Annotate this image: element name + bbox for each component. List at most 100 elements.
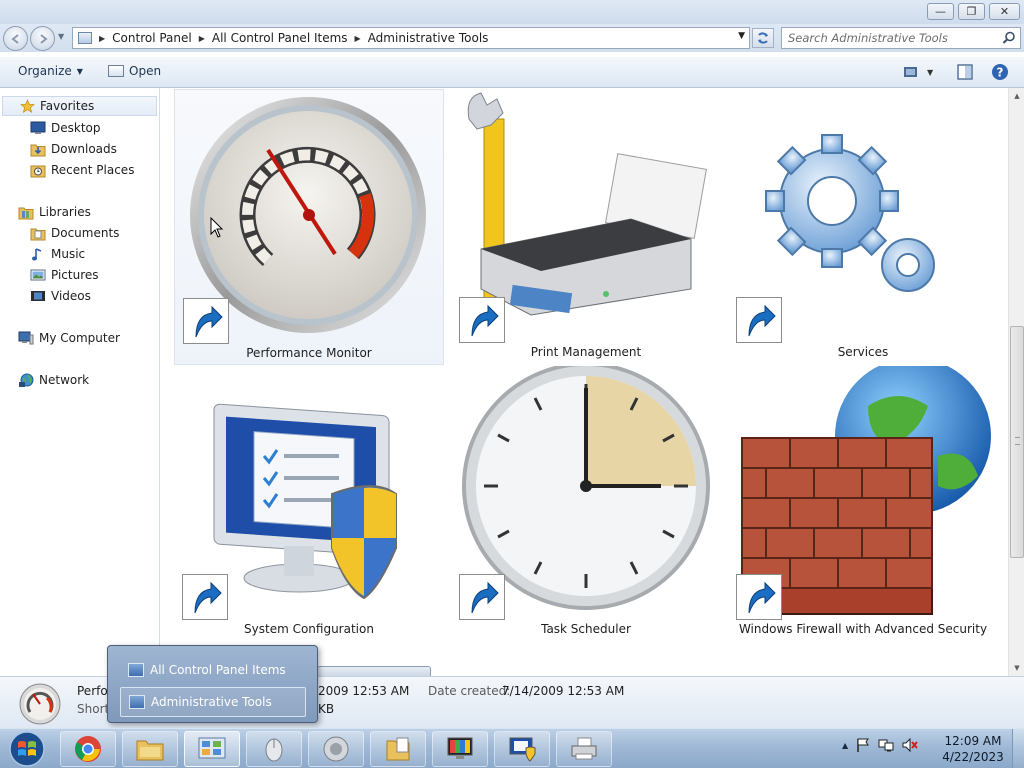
command-bar: Organize ▼ Open ▼ ? [0, 57, 1024, 88]
item-system-configuration[interactable]: System Configuration [174, 366, 444, 642]
star-icon [19, 98, 35, 114]
menu-item-all-control-panel-items[interactable]: All Control Panel Items [120, 655, 306, 685]
taskbar-documents[interactable] [370, 731, 426, 767]
sidebar-item-music[interactable]: Music [30, 244, 85, 264]
svg-text:?: ? [997, 66, 1004, 80]
item-windows-firewall[interactable]: Windows Firewall with Advanced Security [728, 366, 998, 642]
mouse-cursor-icon [210, 217, 224, 238]
sidebar-item-libraries[interactable]: Libraries [18, 202, 91, 222]
scrollbar-thumb[interactable] [1010, 326, 1024, 558]
action-center-flag-icon[interactable] [855, 737, 871, 753]
show-hidden-icons-icon[interactable]: ▲ [842, 741, 848, 750]
scrollbar-grip [1015, 437, 1020, 445]
item-label: Windows Firewall with Advanced Security [738, 622, 988, 636]
breadcrumb-separator-icon[interactable]: ▶ [355, 34, 361, 43]
taskbar-mouse-settings[interactable] [246, 731, 302, 767]
breadcrumb-separator-icon[interactable]: ▶ [199, 34, 205, 43]
organize-button[interactable]: Organize ▼ [18, 64, 83, 78]
shortcut-arrow-icon [459, 297, 505, 343]
search-icon[interactable] [1002, 31, 1016, 45]
search-box[interactable] [781, 27, 1021, 49]
shortcut-arrow-icon [183, 298, 229, 344]
item-print-management[interactable]: Print Management [451, 89, 721, 365]
menu-item-administrative-tools[interactable]: Administrative Tools [120, 687, 306, 717]
volume-muted-icon[interactable] [901, 737, 919, 753]
show-desktop-button[interactable] [1012, 729, 1024, 768]
scroll-down-arrow-icon[interactable]: ▼ [1009, 660, 1024, 676]
help-icon[interactable]: ? [991, 63, 1009, 81]
shortcut-arrow-icon [736, 574, 782, 620]
taskbar-thumbnail-preview [317, 666, 431, 676]
clock-date: 4/22/2023 [942, 750, 1004, 764]
taskbar-chrome[interactable] [60, 731, 116, 767]
breadcrumb-control-panel[interactable]: Control Panel [112, 31, 192, 45]
detail-file-name: Perfo [77, 684, 108, 698]
display-icon [447, 737, 473, 759]
scroll-up-arrow-icon[interactable]: ▲ [1009, 88, 1024, 104]
performance-monitor-icon [19, 683, 61, 725]
system-tray: ▲ [842, 737, 919, 753]
sidebar-item-label: Desktop [51, 121, 101, 135]
sidebar-item-my-computer[interactable]: My Computer [18, 328, 120, 348]
breadcrumb-administrative-tools[interactable]: Administrative Tools [368, 31, 489, 45]
open-label: Open [129, 64, 162, 78]
downloads-folder-icon [30, 141, 46, 157]
sidebar-item-label: Downloads [51, 142, 117, 156]
navigation-pane: Favorites Desktop Downloads Recent Place… [0, 88, 160, 676]
taskbar-display[interactable] [432, 731, 488, 767]
item-task-scheduler[interactable]: Task Scheduler [451, 366, 721, 642]
sidebar-item-network[interactable]: Network [18, 370, 89, 390]
taskbar-sound[interactable] [308, 731, 364, 767]
shortcut-arrow-icon [182, 574, 228, 620]
change-view-icon[interactable] [902, 63, 920, 81]
sidebar-item-desktop[interactable]: Desktop [30, 118, 101, 138]
sidebar-item-downloads[interactable]: Downloads [30, 139, 117, 159]
search-input[interactable] [788, 30, 998, 46]
recent-pages-dropdown[interactable]: ▼ [58, 32, 64, 41]
sidebar-item-favorites[interactable]: Favorites [2, 96, 157, 116]
forward-button[interactable] [30, 26, 55, 51]
sidebar-item-pictures[interactable]: Pictures [30, 265, 99, 285]
clock[interactable]: 12:09 AM 4/22/2023 [938, 733, 1008, 765]
sidebar-item-documents[interactable]: Documents [30, 223, 119, 243]
control-panel-icon [198, 737, 226, 759]
item-services[interactable]: Services [728, 89, 998, 365]
detail-date-created-label: Date created: [428, 684, 511, 698]
breadcrumb-separator-icon[interactable]: ▶ [99, 34, 105, 43]
system-configuration-icon [509, 737, 536, 762]
taskbar-control-panel[interactable] [184, 731, 240, 767]
menu-item-label: Administrative Tools [151, 695, 272, 709]
network-icon [18, 372, 34, 388]
preview-pane-icon[interactable] [956, 63, 974, 81]
sidebar-item-recent-places[interactable]: Recent Places [30, 160, 134, 180]
minimize-button[interactable]: — [927, 3, 954, 20]
sidebar-item-videos[interactable]: Videos [30, 286, 91, 306]
maximize-button[interactable]: ❐ [958, 3, 985, 20]
taskbar-windows-explorer[interactable] [122, 731, 178, 767]
view-options-dropdown[interactable]: ▼ [927, 68, 933, 77]
refresh-icon [758, 32, 768, 44]
control-panel-icon [78, 32, 92, 44]
file-view: Performance Monitor Print Management Ser… [161, 88, 1008, 676]
back-button[interactable] [3, 26, 28, 51]
address-history-dropdown[interactable]: ▼ [738, 31, 745, 41]
detail-date-created-value: 7/14/2009 12:53 AM [502, 684, 625, 698]
open-button[interactable]: Open [108, 64, 161, 78]
start-button[interactable] [5, 730, 49, 768]
breadcrumb-all-control-panel-items[interactable]: All Control Panel Items [212, 31, 348, 45]
refresh-button[interactable] [752, 28, 774, 48]
item-label: Print Management [530, 345, 642, 359]
libraries-icon [18, 204, 34, 220]
vertical-scrollbar[interactable]: ▲ ▼ [1008, 88, 1024, 676]
taskbar-system-configuration[interactable] [494, 731, 550, 767]
detail-date-modified: 2009 12:53 AM [318, 684, 410, 698]
item-label: Task Scheduler [541, 622, 631, 636]
taskbar: ▲ 12:09 AM 4/22/2023 [0, 728, 1024, 768]
item-label: Performance Monitor [246, 346, 372, 360]
computer-icon [18, 330, 34, 346]
close-button[interactable]: ✕ [989, 3, 1020, 20]
address-bar[interactable]: ▶ Control Panel ▶ All Control Panel Item… [72, 27, 750, 49]
network-status-icon[interactable] [878, 737, 894, 753]
taskbar-print-management[interactable] [556, 731, 612, 767]
sidebar-item-label: Videos [51, 289, 91, 303]
